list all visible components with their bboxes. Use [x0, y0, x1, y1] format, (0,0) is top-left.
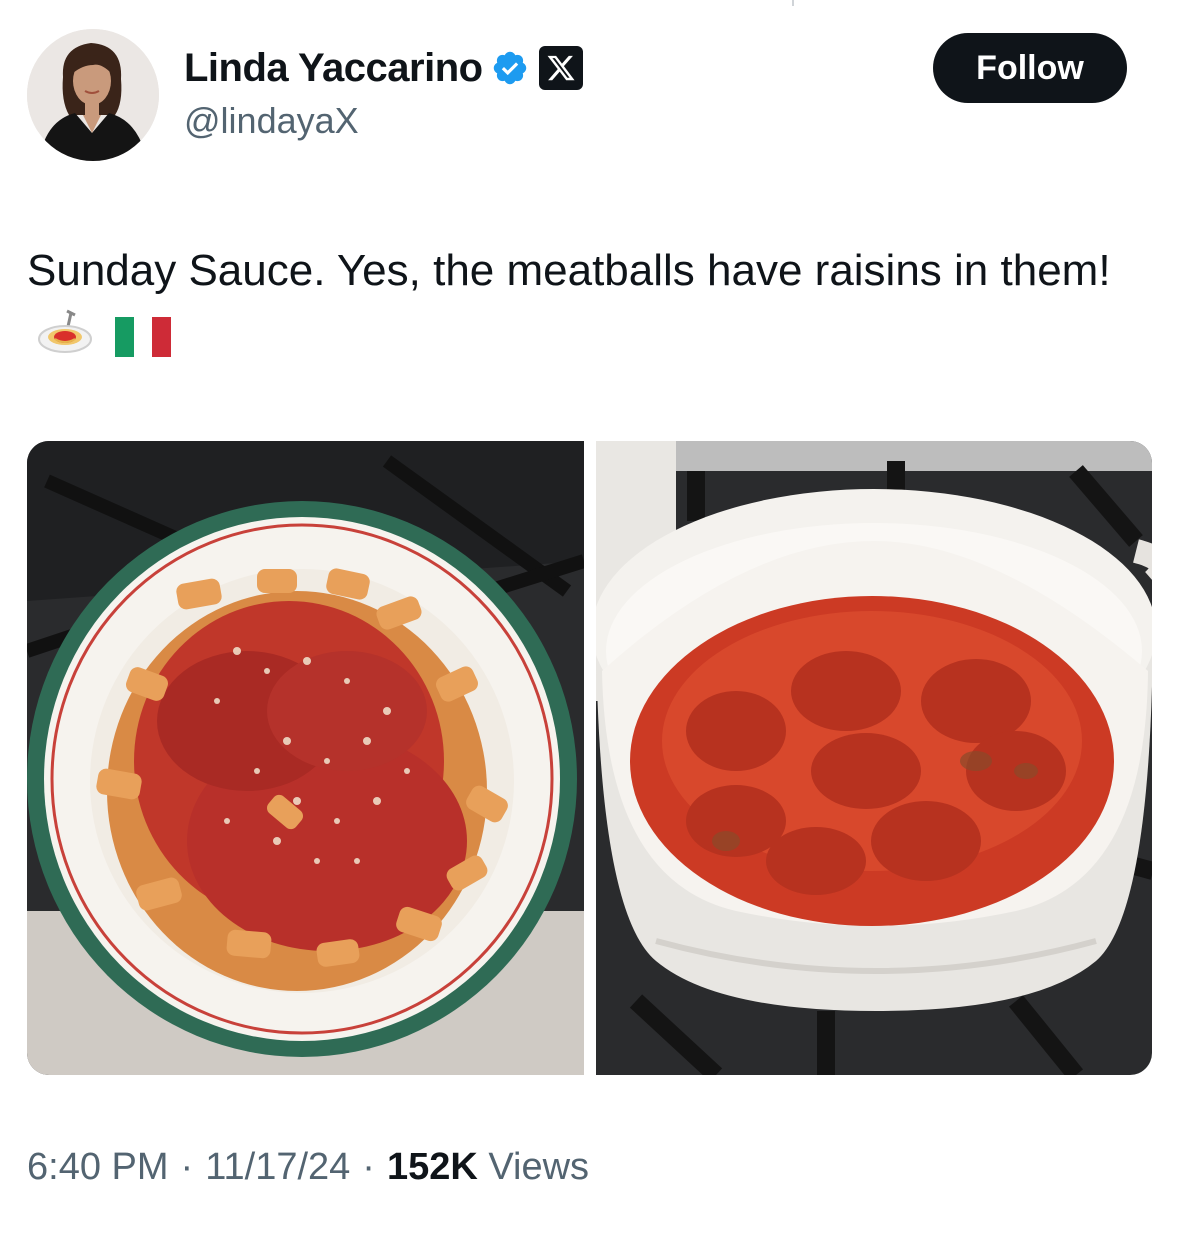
meta-separator: · [362, 1146, 375, 1188]
follow-button[interactable]: Follow [933, 33, 1127, 103]
tweet-body: Sunday Sauce. Yes, the meatballs have ra… [27, 246, 1111, 295]
display-name[interactable]: Linda Yaccarino [184, 46, 483, 91]
views-label: Views [478, 1146, 589, 1189]
italy-flag-icon [115, 308, 172, 378]
divider [792, 0, 794, 6]
media-grid [27, 441, 1152, 1075]
views-count[interactable]: 152K [387, 1146, 478, 1189]
views-label-text: Views [488, 1146, 590, 1188]
author-name-row: Linda Yaccarino [184, 42, 583, 94]
photo-pasta-bowl[interactable] [27, 441, 584, 1075]
photo-sauce-pot[interactable] [595, 441, 1152, 1075]
meta-separator: · [180, 1146, 194, 1188]
x-logo-icon[interactable] [538, 46, 583, 90]
tweet-meta: 6:40 PM · 11/17/24 · 152K Views [27, 1146, 589, 1189]
tweet-text: Sunday Sauce. Yes, the meatballs have ra… [27, 236, 1157, 378]
avatar[interactable] [27, 29, 159, 161]
verified-badge-icon[interactable] [491, 49, 529, 87]
author-handle[interactable]: @lindayaX [184, 100, 359, 142]
spaghetti-icon [37, 308, 93, 378]
tweet-date[interactable]: 11/17/24 [205, 1146, 350, 1189]
tweet-time[interactable]: 6:40 PM [27, 1146, 169, 1189]
